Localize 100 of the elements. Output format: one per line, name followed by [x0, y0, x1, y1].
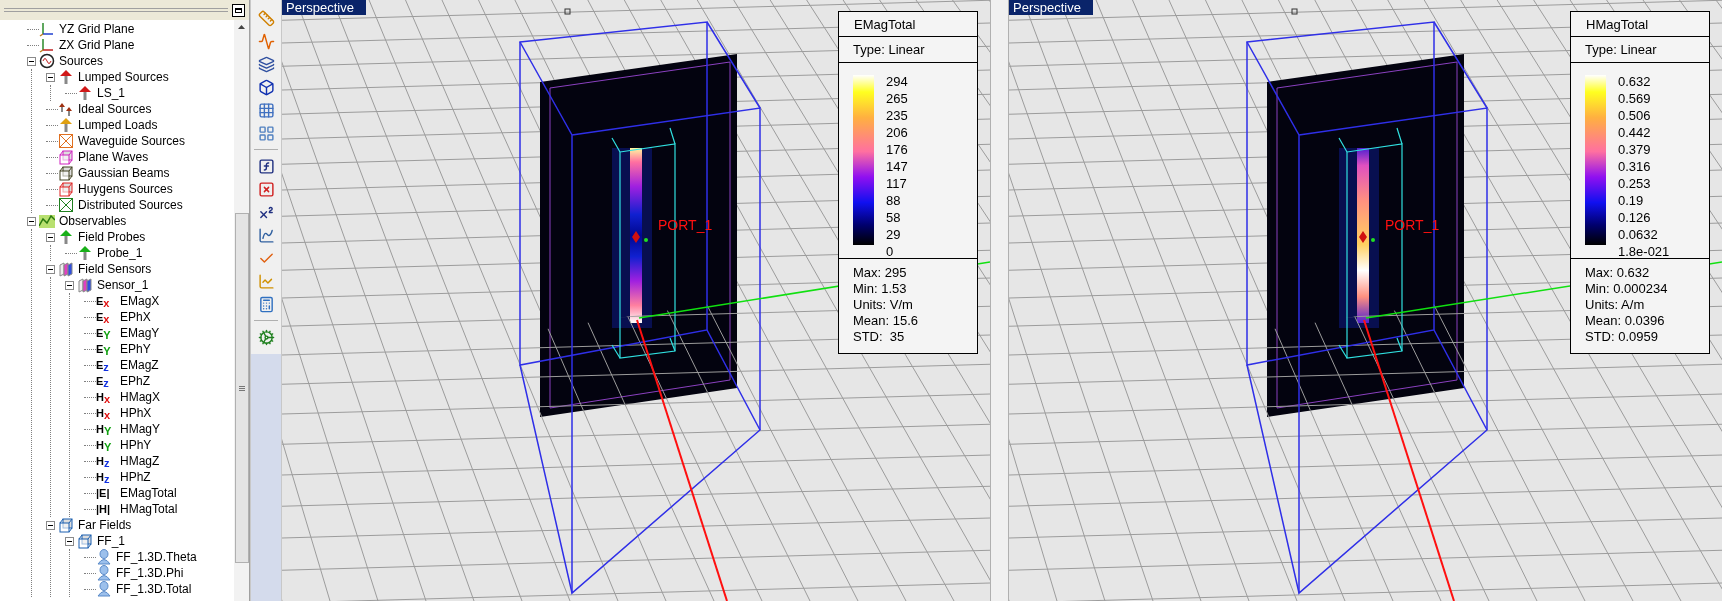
tree-item[interactable]: HPhX	[120, 407, 152, 419]
legend-title: EMagTotal	[854, 17, 916, 31]
tree-item[interactable]: Far Fields	[78, 519, 132, 531]
scroll-up-icon[interactable]	[238, 25, 245, 29]
scrollbar[interactable]	[234, 20, 249, 601]
restore-button[interactable]	[232, 3, 245, 17]
expand-toggle[interactable]	[46, 264, 55, 274]
expand-toggle[interactable]	[27, 216, 36, 226]
stat-text: Max: 0.632	[1585, 265, 1651, 281]
tree-item[interactable]: HMagZ	[120, 455, 160, 467]
legend-type: Type: Linear	[853, 43, 925, 56]
origin-dot	[644, 238, 648, 242]
arrow-icon	[77, 85, 93, 101]
crossed-square-icon	[58, 133, 74, 149]
tick-label: 294	[886, 73, 908, 90]
tree-item[interactable]: FF_1	[97, 535, 125, 547]
viewport-label: Perspective	[1009, 0, 1093, 15]
tree-item[interactable]: HMagX	[120, 391, 160, 403]
tick-label: 58	[886, 209, 902, 226]
crossed-square-icon	[58, 197, 74, 213]
stat-text: Max: 295	[853, 265, 908, 281]
stat-text: Min: 1.53	[853, 281, 908, 297]
cube-icon	[58, 165, 74, 181]
tick-label: 0.0632	[1618, 226, 1659, 243]
chart-icon	[39, 213, 55, 229]
tree-item[interactable]: Observables	[59, 215, 127, 227]
tree-item[interactable]: EPhZ	[120, 375, 150, 387]
tick-label: 0.19	[1618, 192, 1645, 209]
expand-toggle[interactable]	[65, 536, 74, 546]
lobe-icon	[96, 565, 112, 581]
tick-label: 0.316	[1618, 158, 1652, 175]
tree-item[interactable]: Plane Waves	[78, 151, 149, 163]
tree-item[interactable]: Probe_1	[97, 247, 143, 259]
planes-icon	[58, 261, 74, 277]
stat-text: STD: 35	[853, 329, 906, 345]
stat-text: Units: V/m	[853, 297, 914, 313]
port-marker-icon	[1359, 231, 1367, 243]
expand-toggle[interactable]	[27, 56, 36, 66]
arrow-icon	[77, 245, 93, 261]
tick-label: 0.442	[1618, 124, 1652, 141]
arrow-icon	[58, 69, 74, 85]
tree-item[interactable]: FF_1.3D.Total	[116, 583, 192, 595]
tick-label: 0.506	[1618, 107, 1652, 124]
scrollbar-thumb[interactable]	[234, 213, 249, 563]
tree-item[interactable]: Ideal Sources	[78, 103, 152, 115]
field-symbol: |E|	[96, 487, 111, 499]
cube-icon	[58, 181, 74, 197]
tick-label: 0.632	[1618, 73, 1652, 90]
tree-item[interactable]: EMagY	[120, 327, 160, 339]
cube-icon	[58, 149, 74, 165]
axes-icon	[39, 37, 55, 53]
stat-text: Min: 0.000234	[1585, 281, 1669, 297]
tick-label: 0.379	[1618, 141, 1652, 158]
expand-toggle[interactable]	[46, 72, 55, 82]
legend-title: HMagTotal	[1586, 17, 1649, 31]
lobe-icon	[96, 581, 112, 597]
axes-icon	[39, 21, 55, 37]
stat-text: Mean: 15.6	[853, 313, 920, 329]
tree-item[interactable]: Sensor_1	[97, 279, 149, 291]
tree-item[interactable]: Waveguide Sources	[78, 135, 185, 147]
arrow-icon	[58, 229, 74, 245]
tick-label: 0	[886, 243, 895, 260]
lobe-icon	[96, 549, 112, 565]
tick-label: 0.253	[1618, 175, 1652, 192]
tree-item[interactable]: Sources	[59, 55, 104, 67]
tree-item[interactable]: Lumped Loads	[78, 119, 158, 131]
tree-item[interactable]: YZ Grid Plane	[59, 23, 135, 35]
tree-item[interactable]: FF_1.3D.Theta	[116, 551, 197, 563]
tree-item[interactable]: Lumped Sources	[78, 71, 169, 83]
expand-toggle[interactable]	[46, 232, 55, 242]
tree-item[interactable]: Field Probes	[78, 231, 146, 243]
tick-label: 29	[886, 226, 902, 243]
tick-label: 117	[886, 175, 908, 192]
tree-item[interactable]: Field Sensors	[78, 263, 152, 275]
tree-item[interactable]: EPhY	[120, 343, 151, 355]
port-marker-icon	[632, 231, 640, 243]
tree-item[interactable]: EMagTotal	[120, 487, 177, 499]
tree-item[interactable]: Gaussian Beams	[78, 167, 170, 179]
tick-label: 235	[886, 107, 908, 124]
tree-item[interactable]: HPhY	[120, 439, 152, 451]
tree-item[interactable]: HPhZ	[120, 471, 151, 483]
tree-item[interactable]: ZX Grid Plane	[59, 39, 135, 51]
tree-item[interactable]: HMagY	[120, 423, 160, 435]
tree-item[interactable]: EPhX	[120, 311, 151, 323]
tick-label: 176	[886, 141, 908, 158]
tick-label: 0.126	[1618, 209, 1652, 226]
arrow-icon	[58, 117, 74, 133]
expand-toggle[interactable]	[46, 520, 55, 530]
tree-item[interactable]: EMagX	[120, 295, 160, 307]
tree-item[interactable]: EMagZ	[120, 359, 159, 371]
legend-type: Type: Linear	[1585, 43, 1657, 56]
tree-item[interactable]: Huygens Sources	[78, 183, 173, 195]
tick-label: 147	[886, 158, 908, 175]
tree-item[interactable]: HMagTotal	[120, 503, 178, 515]
tree-item[interactable]: Distributed Sources	[78, 199, 183, 211]
tick-label: 1.8e-021	[1618, 243, 1670, 260]
tree-item[interactable]: FF_1.3D.Phi	[116, 567, 184, 579]
stat-text: STD: 0.0959	[1585, 329, 1659, 345]
expand-toggle[interactable]	[65, 280, 74, 290]
tree-item[interactable]: LS_1	[97, 87, 126, 99]
